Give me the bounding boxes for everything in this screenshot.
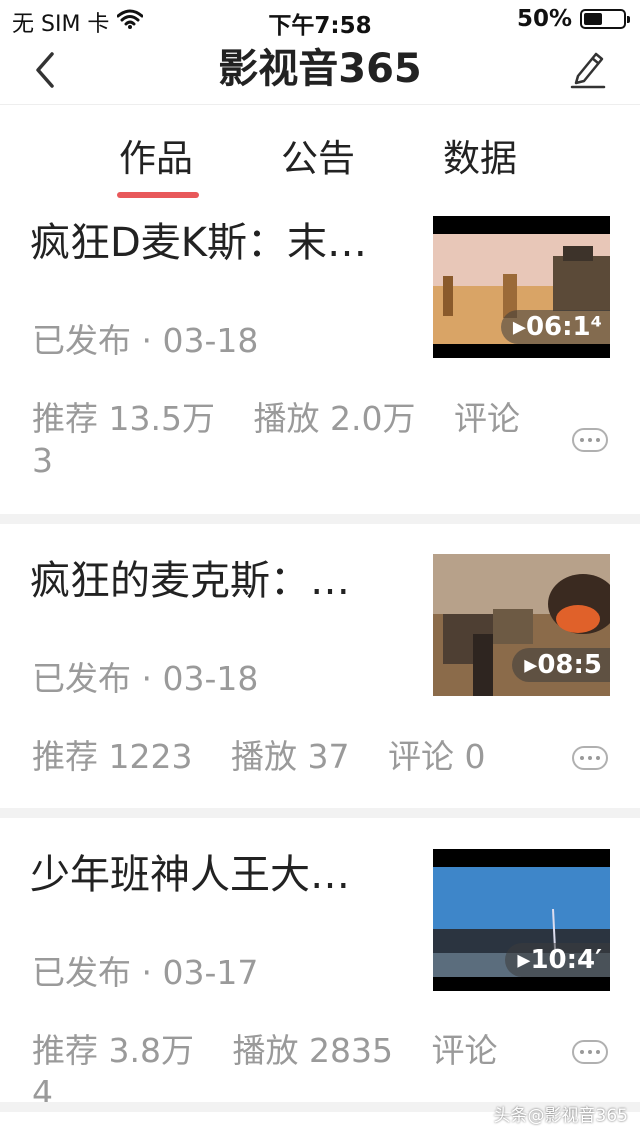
list-item[interactable]: 疯狂D麦K斯：末… 已发布 · 03-18 ▸06:1⁴ 推荐 13.5万 播放… — [0, 200, 640, 516]
tab-bar: 作品 公告 数据 — [0, 104, 640, 200]
nav-bar: 影视音365 — [0, 32, 640, 105]
edit-icon — [570, 52, 606, 89]
video-duration: ▸10:4′ — [505, 943, 610, 977]
divider — [0, 808, 640, 818]
stat-recommend: 推荐 3.8万 — [32, 1031, 194, 1070]
stat-play: 播放 2835 — [232, 1031, 393, 1070]
play-icon: ▸ — [512, 312, 526, 342]
list-item[interactable]: 少年班神人王大… 已发布 · 03-17 ▸10:4′ 推荐 3.8万 播放 2… — [0, 818, 640, 1112]
item-status: 已发布 · 03-18 — [32, 659, 259, 698]
item-status: 已发布 · 03-18 — [32, 321, 259, 360]
tab-announcements[interactable]: 公告 — [258, 128, 378, 182]
video-thumbnail[interactable]: ▸06:1⁴ — [433, 216, 610, 358]
item-title[interactable]: 少年班神人王大… — [30, 842, 350, 900]
battery-area: 50% — [516, 6, 630, 32]
page-title: 影视音365 — [218, 46, 422, 92]
edit-button[interactable] — [568, 46, 608, 90]
stat-play: 播放 2.0万 — [253, 399, 416, 438]
play-icon: ▸ — [517, 945, 531, 975]
item-title[interactable]: 疯狂的麦克斯：… — [30, 548, 350, 606]
item-status: 已发布 · 03-17 — [32, 953, 259, 992]
item-stats: 推荐 13.5万 播放 2.0万 评论 3 — [32, 398, 552, 482]
video-duration: ▸08:5 — [512, 648, 610, 682]
battery-icon — [580, 9, 630, 29]
video-duration: ▸06:1⁴ — [500, 310, 610, 344]
stat-comment: 评论 0 — [387, 737, 486, 776]
video-thumbnail[interactable]: ▸08:5 — [433, 554, 610, 696]
item-title[interactable]: 疯狂D麦K斯：末… — [30, 210, 367, 268]
stat-recommend: 推荐 1223 — [32, 737, 193, 776]
active-tab-indicator — [117, 192, 199, 198]
tab-works[interactable]: 作品 — [96, 128, 216, 182]
more-options-button[interactable] — [572, 1040, 608, 1064]
divider — [0, 514, 640, 524]
play-icon: ▸ — [524, 650, 538, 680]
battery-fill — [584, 13, 602, 25]
more-options-button[interactable] — [572, 428, 608, 452]
stat-recommend: 推荐 13.5万 — [32, 399, 215, 438]
list-item[interactable]: 疯狂的麦克斯：… 已发布 · 03-18 ▸08:5 推荐 1223 播放 37… — [0, 524, 640, 810]
battery-percent: 50% — [516, 6, 572, 32]
item-stats: 推荐 1223 播放 37 评论 0 — [32, 736, 552, 778]
more-options-button[interactable] — [572, 746, 608, 770]
tab-data[interactable]: 数据 — [420, 128, 540, 182]
video-thumbnail[interactable]: ▸10:4′ — [433, 849, 610, 991]
watermark: 头条@影视音365 — [493, 1106, 628, 1126]
stat-play: 播放 37 — [230, 737, 350, 776]
